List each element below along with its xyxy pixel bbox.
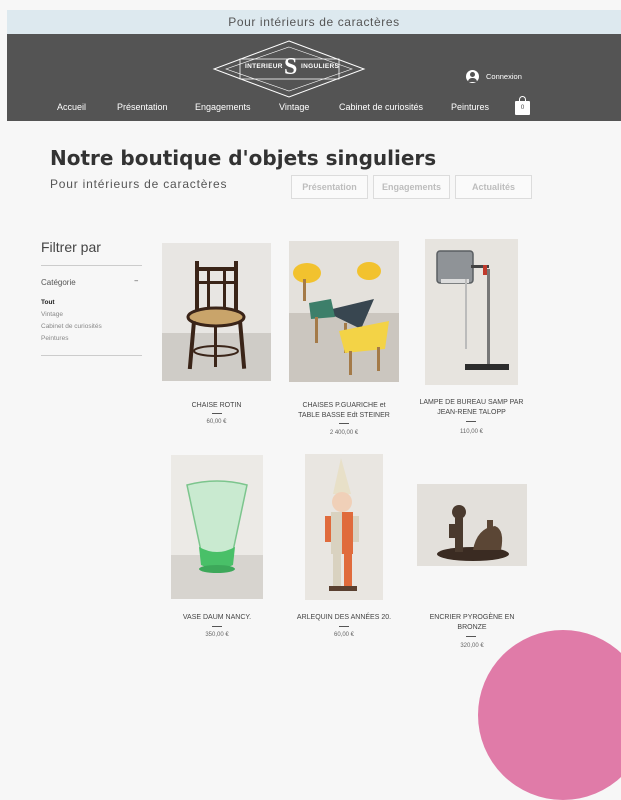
engagements-button[interactable]: Engagements bbox=[373, 175, 450, 199]
product-divider bbox=[466, 636, 476, 637]
page-subtitle: Pour intérieurs de caractères bbox=[50, 177, 228, 191]
product-divider bbox=[339, 626, 349, 627]
collapse-icon[interactable]: – bbox=[134, 276, 139, 286]
product-name-chaise-rotin[interactable]: CHAISE ROTIN bbox=[152, 401, 281, 411]
filter-item-vintage[interactable]: Vintage bbox=[41, 311, 63, 318]
nav-item-presentation[interactable]: Présentation bbox=[117, 102, 168, 112]
page-title: Notre boutique d'objets singuliers bbox=[50, 146, 437, 170]
product-name-chaises-guariche[interactable]: CHAISES P.GUARICHE et TABLE BASSE Edt ST… bbox=[279, 401, 409, 421]
product-price-chaises-guariche: 2 400,00 € bbox=[329, 430, 359, 436]
logo-letter: S bbox=[284, 54, 298, 80]
vase-icon bbox=[171, 480, 263, 599]
product-price-vase-daum: 350,00 € bbox=[205, 632, 229, 638]
cart-button[interactable]: 0 bbox=[515, 96, 530, 115]
logo-text-interieur: INTERIEUR bbox=[245, 63, 283, 70]
nav-item-accueil[interactable]: Accueil bbox=[57, 102, 86, 112]
chairs-table-icon bbox=[289, 241, 399, 382]
nav-item-cabinet[interactable]: Cabinet de curiosités bbox=[339, 102, 423, 112]
filter-title: Filtrer par bbox=[41, 239, 101, 255]
actualites-button[interactable]: Actualités bbox=[455, 175, 532, 199]
nav-item-peintures[interactable]: Peintures bbox=[451, 102, 489, 112]
product-name-encrier[interactable]: ENCRIER PYROGÈNE EN BRONZE bbox=[412, 613, 532, 633]
product-price-chaise-rotin: 60,00 € bbox=[206, 419, 227, 425]
product-name-lampe-samp[interactable]: LAMPE DE BUREAU SAMP PAR JEAN-RENE TALOP… bbox=[410, 398, 533, 418]
chat-bubble-button[interactable] bbox=[478, 630, 621, 800]
product-name-vase-daum[interactable]: VASE DAUM NANCY. bbox=[161, 613, 273, 623]
filter-item-cabinet[interactable]: Cabinet de curiosités bbox=[41, 323, 102, 330]
site-logo[interactable]: INTERIEUR S INGULIERS bbox=[212, 39, 367, 99]
product-image-encrier[interactable] bbox=[417, 484, 527, 566]
product-image-arlequin[interactable] bbox=[305, 454, 383, 600]
product-divider bbox=[212, 413, 222, 414]
presentation-button[interactable]: Présentation bbox=[291, 175, 368, 199]
login-label: Connexion bbox=[486, 72, 522, 81]
product-image-chaise-rotin[interactable] bbox=[162, 243, 271, 381]
product-divider bbox=[339, 423, 349, 424]
nav-item-vintage[interactable]: Vintage bbox=[279, 102, 309, 112]
filter-divider bbox=[41, 265, 142, 266]
product-image-lampe-samp[interactable] bbox=[425, 239, 518, 385]
product-image-chaises-guariche[interactable] bbox=[289, 241, 399, 382]
announcement-bar: Pour intérieurs de caractères bbox=[7, 10, 621, 34]
harlequin-doll-icon bbox=[325, 458, 359, 591]
product-image-vase-daum[interactable] bbox=[171, 455, 263, 599]
site-header: INTERIEUR S INGULIERS Connexion Accueil … bbox=[7, 34, 621, 121]
user-avatar-icon bbox=[466, 70, 479, 83]
inkwell-icon bbox=[437, 505, 509, 561]
product-price-arlequin: 60,00 € bbox=[333, 632, 355, 638]
filter-category-label[interactable]: Catégorie bbox=[41, 278, 76, 287]
login-button[interactable]: Connexion bbox=[466, 70, 522, 83]
product-price-lampe-samp: 110,00 € bbox=[460, 429, 483, 435]
product-name-arlequin[interactable]: ARLEQUIN DES ANNÉES 20. bbox=[284, 613, 404, 623]
filter-item-peintures[interactable]: Peintures bbox=[41, 335, 68, 342]
chair-icon bbox=[162, 261, 271, 381]
logo-text-inguliers: INGULIERS bbox=[301, 63, 340, 70]
announcement-text: Pour intérieurs de caractères bbox=[228, 15, 400, 29]
filter-item-tout[interactable]: Tout bbox=[41, 299, 55, 306]
lamp-icon bbox=[436, 250, 509, 370]
cart-count: 0 bbox=[515, 101, 530, 115]
product-divider bbox=[466, 421, 476, 422]
filter-divider-bottom bbox=[41, 355, 142, 356]
nav-item-engagements[interactable]: Engagements bbox=[195, 102, 251, 112]
product-divider bbox=[212, 626, 222, 627]
